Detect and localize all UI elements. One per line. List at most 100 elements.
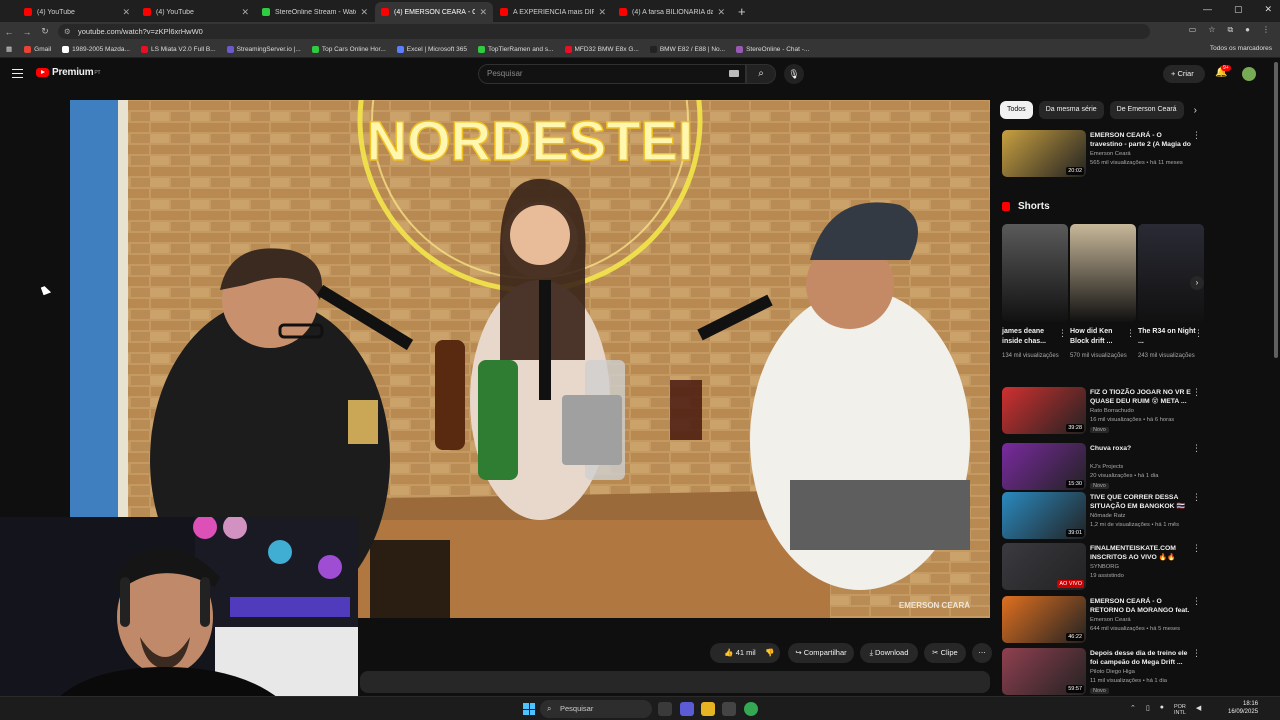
related-video[interactable]: 39:28 FIZ O TIOZÃO JOGAR NO VR E QUASE DE…: [1002, 387, 1204, 435]
language-indicator[interactable]: POR INTL: [1174, 704, 1186, 716]
video-thumbnail[interactable]: 15:30: [1002, 443, 1086, 490]
short-thumbnail[interactable]: [1002, 224, 1068, 322]
site-info-icon[interactable]: ⚙: [64, 24, 71, 39]
minimize-icon[interactable]: —: [1203, 4, 1212, 15]
short-title[interactable]: The R34 on Night ...: [1138, 327, 1196, 347]
channel-name[interactable]: Piloto Diego Higa: [1090, 669, 1135, 675]
more-actions-button[interactable]: ⋯: [972, 643, 992, 663]
channel-name[interactable]: KJ's Projects: [1090, 464, 1123, 470]
download-button[interactable]: ⤓ Download: [860, 643, 918, 663]
create-button[interactable]: + Criar: [1163, 65, 1205, 83]
browser-tab[interactable]: StereOnline Stream - Watch Liv ✕: [256, 2, 374, 22]
related-video[interactable]: 59:57 Depois desse dia de treino ele foi …: [1002, 648, 1204, 696]
bookmark-item[interactable]: BMW E82 / E88 | No...: [649, 45, 725, 53]
search-input[interactable]: Pesquisar: [478, 64, 746, 84]
browser-tab[interactable]: (4) EMERSON CEARÁ - O tr ✕: [375, 2, 493, 22]
profile-icon[interactable]: ●: [1245, 25, 1250, 35]
tab-close-icon[interactable]: ✕: [717, 7, 725, 18]
hamburger-icon[interactable]: [12, 69, 23, 78]
video-title[interactable]: EMERSON CEARÁ - O travestino - parte 2 (…: [1090, 131, 1194, 150]
tab-close-icon[interactable]: ✕: [241, 7, 249, 18]
video-thumbnail[interactable]: 39:28: [1002, 387, 1086, 434]
chrome-icon[interactable]: [744, 702, 758, 716]
close-window-icon[interactable]: ✕: [1264, 4, 1272, 15]
channel-name[interactable]: Rato Borrachudo: [1090, 408, 1134, 414]
short-title[interactable]: james deane inside chas...: [1002, 327, 1060, 347]
channel-name[interactable]: Emerson Ceará: [1090, 151, 1131, 157]
back-icon[interactable]: ←: [0, 27, 18, 37]
browser-tab[interactable]: (4) YouTube ✕: [137, 2, 255, 22]
tab-close-icon[interactable]: ✕: [598, 7, 606, 18]
short-thumbnail[interactable]: [1070, 224, 1136, 322]
video-menu-icon[interactable]: ⋮: [1192, 131, 1201, 140]
video-menu-icon[interactable]: ⋮: [1192, 444, 1201, 453]
clock[interactable]: 18:16 16/09/2025: [1228, 700, 1258, 716]
copilot-icon[interactable]: [680, 702, 694, 716]
tab-close-icon[interactable]: ✕: [122, 7, 130, 18]
video-title[interactable]: FINALMENTEISKATE.COM INSCRITOS AO VIVO 🔥…: [1090, 544, 1194, 562]
description-box[interactable]: [360, 671, 990, 693]
forward-icon[interactable]: →: [18, 27, 36, 37]
page-scrollbar[interactable]: [1272, 58, 1280, 698]
video-menu-icon[interactable]: ⋮: [1192, 544, 1201, 553]
cast-icon[interactable]: ▭: [1189, 25, 1197, 35]
channel-name[interactable]: Emerson Ceará: [1090, 617, 1131, 623]
video-thumbnail[interactable]: AO VIVO: [1002, 543, 1086, 590]
short-menu-icon[interactable]: ⋮: [1194, 329, 1203, 338]
related-video[interactable]: 15:30 Chuva roxa? KJ's Projects 20 visualiz…: [1002, 443, 1204, 491]
bookmark-item[interactable]: Gmail: [24, 45, 51, 53]
related-video[interactable]: AO VIVO FINALMENTEISKATE.COM INSCRITOS AO…: [1002, 543, 1204, 591]
video-title[interactable]: TIVE QUE CORRER DESSA SITUAÇÃO EM BANGKO…: [1090, 493, 1194, 511]
maximize-icon[interactable]: ▢: [1234, 4, 1243, 15]
mic-tray-icon[interactable]: ●: [1160, 704, 1164, 716]
tab-close-icon[interactable]: ✕: [360, 7, 368, 18]
video-menu-icon[interactable]: ⋮: [1192, 388, 1201, 397]
video-thumbnail[interactable]: 39:01: [1002, 492, 1086, 539]
windows-start-icon[interactable]: [523, 703, 535, 715]
url-field[interactable]: ⚙ youtube.com/watch?v=zKPl6xrHwW0: [58, 24, 1150, 39]
bookmark-item[interactable]: TopTierRamen and s...: [478, 45, 554, 53]
shorts-next-icon[interactable]: ›: [1190, 276, 1204, 290]
bookmark-star-icon[interactable]: ☆: [1208, 25, 1215, 35]
video-title[interactable]: Chuva roxa?: [1090, 444, 1194, 453]
browser-tab[interactable]: A EXPERIÊNCIA mais DIFERENTE✕: [494, 2, 612, 22]
video-thumbnail[interactable]: 59:57: [1002, 648, 1086, 695]
volume-icon[interactable]: ◀: [1196, 704, 1201, 716]
related-video[interactable]: 39:01 TIVE QUE CORRER DESSA SITUAÇÃO EM B…: [1002, 492, 1204, 540]
chips-next-icon[interactable]: ›: [1194, 105, 1197, 116]
task-view-icon[interactable]: [658, 702, 672, 716]
video-thumbnail[interactable]: 46:22: [1002, 596, 1086, 643]
short-title[interactable]: How did Ken Block drift ...: [1070, 327, 1128, 347]
filter-chip[interactable]: Da mesma série: [1038, 101, 1104, 119]
youtube-logo[interactable]: Premium PT: [36, 67, 101, 78]
voice-search-button[interactable]: 🎙: [784, 64, 804, 84]
bookmark-item[interactable]: Excel | Microsoft 365: [396, 45, 467, 53]
keyboard-icon[interactable]: [729, 70, 739, 77]
video-menu-icon[interactable]: ⋮: [1192, 493, 1201, 502]
related-video[interactable]: 46:22 EMERSON CEARÁ - O RETORNO DA MORANG…: [1002, 596, 1204, 644]
short-thumbnail[interactable]: [1138, 224, 1204, 322]
channel-name[interactable]: SYNBORG: [1090, 564, 1119, 570]
extensions-icon[interactable]: ⧉: [1227, 25, 1233, 35]
avatar[interactable]: [1242, 67, 1256, 81]
menu-icon[interactable]: ⋮: [1262, 25, 1270, 35]
bookmark-item[interactable]: LS Miata V2.0 Full B...: [140, 45, 216, 53]
wifi-icon[interactable]: ▯: [1146, 704, 1150, 716]
bookmark-item[interactable]: StreamingServer.io |...: [226, 45, 301, 53]
scrollbar-thumb[interactable]: [1274, 62, 1278, 358]
bookmark-item[interactable]: Top Cars Online Hor...: [311, 45, 386, 53]
video-title[interactable]: FIZ O TIOZÃO JOGAR NO VR E QUASE DEU RUI…: [1090, 388, 1194, 406]
all-bookmarks-folder[interactable]: Todos os marcadores: [1210, 45, 1272, 52]
channel-name[interactable]: Nômade Ratz: [1090, 513, 1125, 519]
reload-icon[interactable]: ↻: [36, 26, 54, 37]
clip-button[interactable]: ✂ Clipe: [924, 643, 966, 663]
share-button[interactable]: ↪ Compartilhar: [788, 643, 854, 663]
search-button[interactable]: ⌕: [746, 64, 776, 84]
tab-close-icon[interactable]: ✕: [479, 7, 487, 18]
file-explorer-icon[interactable]: [701, 702, 715, 716]
bookmark-item[interactable]: 1989-2005 Mazda...: [62, 45, 130, 53]
browser-tab[interactable]: (4) A farsa BILIONÁRIA das ma✕: [613, 2, 731, 22]
taskbar-search[interactable]: ⌕ Pesquisar: [540, 700, 652, 718]
bookmark-item[interactable]: StereOnline - Chat -...: [736, 45, 809, 53]
video-title[interactable]: Depois desse dia de treino ele foi campe…: [1090, 649, 1194, 667]
